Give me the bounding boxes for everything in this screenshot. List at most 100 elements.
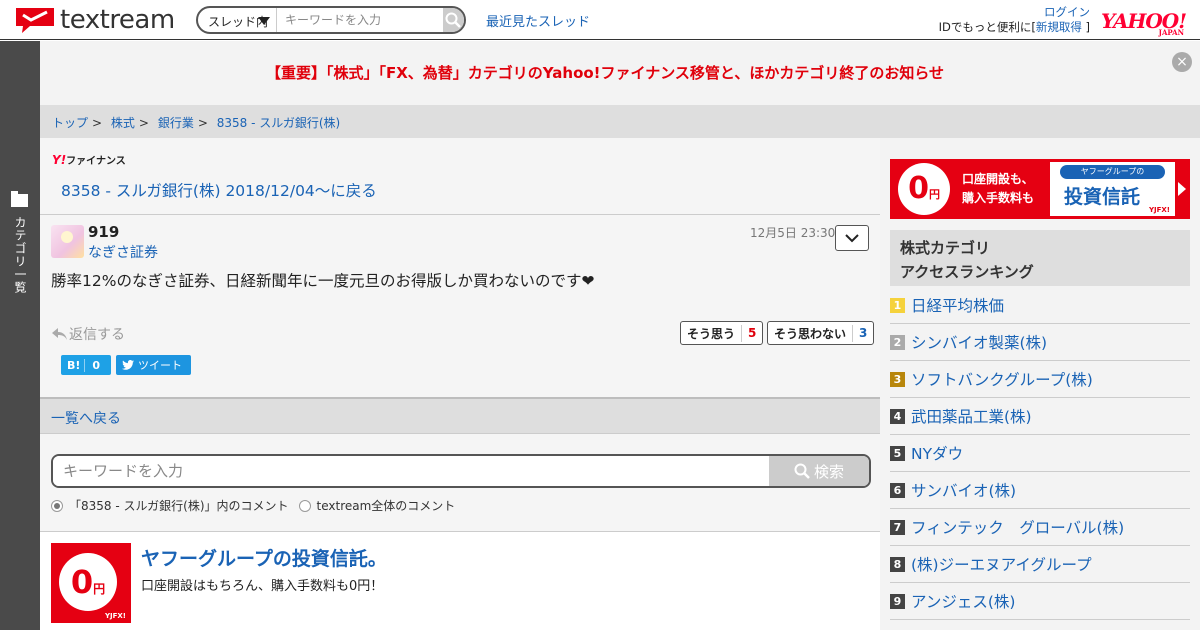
folder-icon (11, 191, 28, 207)
ranking-link[interactable]: サンバイオ(株) (911, 479, 1016, 501)
post-number: 919 (88, 223, 120, 241)
ad-box[interactable]: 0円 YJFX! ヤフーグループの投資信託。 口座開設はもちろん、購入手数料も0… (40, 532, 880, 630)
rank-badge: 1 (890, 297, 905, 313)
yahoo-japan-logo[interactable]: YAHOO! JAPAN (1101, 9, 1187, 37)
ranking-link[interactable]: NYダウ (911, 442, 963, 464)
breadcrumb-suruga[interactable]: 8358 - スルガ銀行(株) (217, 116, 341, 130)
ranking-item[interactable]: 3 ソフトバンクグループ(株) (890, 361, 1190, 398)
divider (40, 214, 880, 215)
post-menu-button[interactable] (835, 225, 869, 251)
rank-badge: 9 (890, 593, 905, 609)
ranking-item[interactable]: 5 NYダウ (890, 435, 1190, 472)
rank-badge: 2 (890, 334, 905, 350)
post-timestamp: 12月5日 23:30 (750, 226, 836, 240)
radio-in-thread-label: 「8358 - スルガ銀行(株)」内のコメント (69, 499, 289, 513)
magnifier-icon (445, 12, 462, 28)
scope-select[interactable]: スレッド内 (198, 8, 277, 32)
post-body: 勝率12%のなぎさ証券、日経新聞年に一度元旦のお得版しか買わないのです❤ (51, 272, 595, 290)
banner-pill: ヤフーグループの (1060, 165, 1165, 179)
hatena-icon: B! (61, 358, 86, 372)
breadcrumb: トップ > 株式 > 銀行業 > 8358 - スルガ銀行(株) (40, 105, 1200, 138)
comment-search: 検索 (51, 454, 871, 488)
ranking-item[interactable]: 6 サンバイオ(株) (890, 472, 1190, 509)
ranking-link[interactable]: ソフトバンクグループ(株) (911, 368, 1093, 390)
radio-in-thread[interactable] (51, 499, 63, 512)
ranking-link[interactable]: シンバイオ製薬(株) (911, 331, 1047, 353)
ad-image[interactable]: 0円 YJFX! (51, 543, 131, 623)
ranking-item[interactable]: 4 武田薬品工業(株) (890, 398, 1190, 435)
tweet-label: ツイート (138, 359, 182, 372)
category-sidebar[interactable]: カテゴリ一覧 (0, 41, 40, 630)
header-search: スレッド内 (196, 6, 466, 34)
back-to-thread-link[interactable]: 8358 - スルガ銀行(株) 2018/12/04〜に戻る (61, 179, 377, 201)
important-notice: 【重要】「株式」「FX、為替」カテゴリのYahoo!ファイナンス移管と、ほかカテ… (40, 41, 1200, 105)
login-link[interactable]: ログイン (1044, 5, 1090, 19)
comment-search-input[interactable] (53, 456, 769, 486)
yf-logo-text: ファイナンス (66, 156, 126, 167)
post-author[interactable]: なぎさ証券 (88, 242, 158, 262)
ranking-title-1: 株式カテゴリ (900, 239, 991, 257)
agree-label: そう思う (681, 324, 743, 342)
rank-badge: 3 (890, 371, 905, 387)
radio-all[interactable] (298, 499, 311, 512)
ranking-link[interactable]: フィンテック グローバル(株) (911, 516, 1124, 538)
ranking-item[interactable]: 2 シンバイオ製薬(株) (890, 324, 1190, 361)
header-search-button[interactable] (442, 8, 464, 32)
ranking-item[interactable]: 8 (株)ジーエヌアイグループ (890, 546, 1190, 583)
reply-button[interactable]: 返信する (51, 324, 125, 344)
id-promo-text: IDでもっと便利に[ (938, 20, 1036, 34)
ad-description: 口座開設はもちろん、購入手数料も0円！ (141, 579, 384, 594)
rank-badge: 4 (890, 408, 905, 424)
breadcrumb-stocks[interactable]: 株式 (111, 116, 135, 130)
yf-logo-mark: Y! (52, 153, 67, 167)
right-sidebar: 0円 口座開設も、 購入手数料も ヤフーグループの 投資信託 YJFX! 株式カ… (880, 138, 1200, 630)
caret-down-icon (257, 17, 270, 25)
rank-badge: 7 (890, 519, 905, 535)
banner-zero: 0 (908, 171, 929, 206)
breadcrumb-separator: > (197, 116, 208, 130)
close-icon[interactable]: × (1172, 52, 1192, 72)
search-scope-radios: 「8358 - スルガ銀行(株)」内のコメント textream全体のコメント (51, 497, 455, 514)
breadcrumb-top[interactable]: トップ (52, 116, 88, 130)
yahoo-logo-sub: JAPAN (1158, 28, 1184, 37)
notice-link[interactable]: 【重要】「株式」「FX、為替」カテゴリのYahoo!ファイナンス移管と、ほかカテ… (40, 62, 1170, 83)
category-list-label: カテゴリ一覧 (13, 216, 27, 294)
textream-logo[interactable]: textream (14, 5, 175, 35)
ad-yen: 円 (93, 582, 106, 596)
agree-button[interactable]: そう思う 5 (680, 321, 764, 345)
tweet-button[interactable]: ツイート (116, 355, 191, 375)
back-to-list-link[interactable]: 一覧へ戻る (40, 397, 880, 434)
signup-link[interactable]: 新規取得 (1036, 20, 1082, 34)
ranking-item[interactable]: 1 日経平均株価 (890, 287, 1190, 324)
reply-label: 返信する (69, 327, 125, 343)
breadcrumb-banks[interactable]: 銀行業 (158, 116, 194, 130)
recent-threads-link[interactable]: 最近見たスレッド (486, 11, 590, 30)
ranking-list: 1 日経平均株価 2 シンバイオ製薬(株) 3 ソフトバンクグループ(株) 4 武田薬品… (890, 287, 1190, 620)
ad-brand: YJFX! (104, 612, 126, 620)
banner-main: 投資信託 (1064, 186, 1141, 208)
header-keyword-input[interactable] (276, 8, 443, 32)
hatena-count: 0 (92, 358, 101, 372)
twitter-bird-icon (122, 360, 134, 370)
ranking-link[interactable]: (株)ジーエヌアイグループ (911, 553, 1092, 575)
breadcrumb-separator: > (138, 116, 149, 130)
reply-icon (52, 328, 67, 340)
ranking-item[interactable]: 7 フィンテック グローバル(株) (890, 509, 1190, 546)
avatar[interactable] (51, 225, 84, 258)
rank-badge: 8 (890, 556, 905, 572)
signup-bracket: ] (1081, 20, 1090, 34)
ranking-link[interactable]: 日経平均株価 (911, 294, 1004, 316)
chat-bubble-icon (14, 6, 56, 34)
ranking-item[interactable]: 9 アンジェス(株) (890, 583, 1190, 620)
logo-text: textream (60, 5, 175, 35)
hatena-bookmark-button[interactable]: B! 0 (61, 355, 111, 375)
disagree-button[interactable]: そう思わない 3 (767, 321, 875, 345)
yahoo-finance-logo[interactable]: Y!ファイナンス (52, 152, 126, 167)
ad-title[interactable]: ヤフーグループの投資信託。 (141, 544, 387, 571)
disagree-count: 3 (859, 326, 868, 340)
investment-trust-banner[interactable]: 0円 口座開設も、 購入手数料も ヤフーグループの 投資信託 YJFX! (890, 159, 1190, 219)
ranking-title-2: アクセスランキング (900, 263, 1034, 281)
ranking-link[interactable]: アンジェス(株) (911, 590, 1015, 612)
ranking-link[interactable]: 武田薬品工業(株) (911, 405, 1032, 427)
comment-search-button[interactable]: 検索 (769, 456, 869, 486)
